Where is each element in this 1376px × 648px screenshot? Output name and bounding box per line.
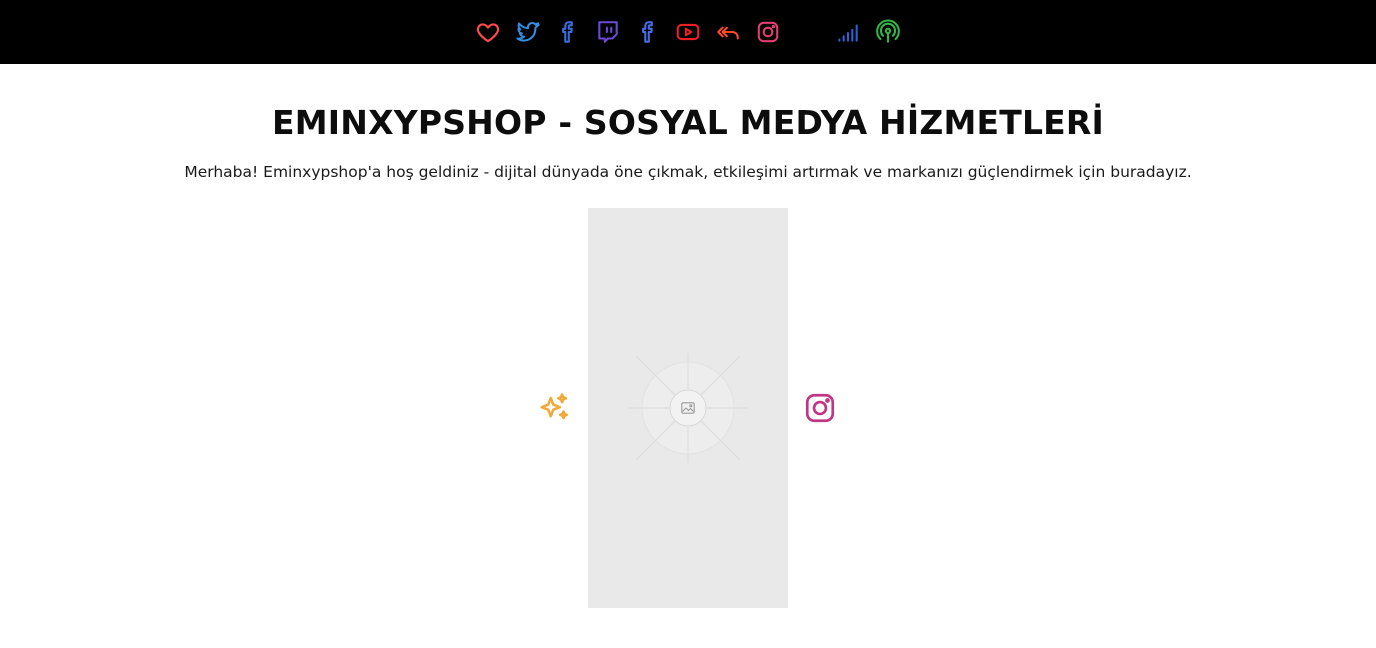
reply-all-icon[interactable] (715, 19, 741, 45)
facebook-icon[interactable] (555, 19, 581, 45)
heart-icon[interactable] (475, 19, 501, 45)
page-title: EMINXYPSHOP - SOSYAL MEDYA HİZMETLERİ (272, 103, 1104, 142)
twitter-icon[interactable] (515, 19, 541, 45)
instagram-icon[interactable] (755, 19, 781, 45)
facebook-icon[interactable] (635, 19, 661, 45)
signal-icon[interactable] (835, 19, 861, 45)
podcast-icon[interactable] (875, 19, 901, 45)
image-icon (681, 402, 695, 414)
youtube-icon[interactable] (675, 19, 701, 45)
top-navigation-bar (0, 0, 1376, 64)
image-placeholder (588, 208, 788, 608)
sparkles-icon (538, 391, 572, 425)
page-subtitle: Merhaba! Eminxypshop'a hoş geldiniz - di… (184, 163, 1192, 181)
instagram-icon (803, 391, 837, 425)
twitch-icon[interactable] (595, 19, 621, 45)
